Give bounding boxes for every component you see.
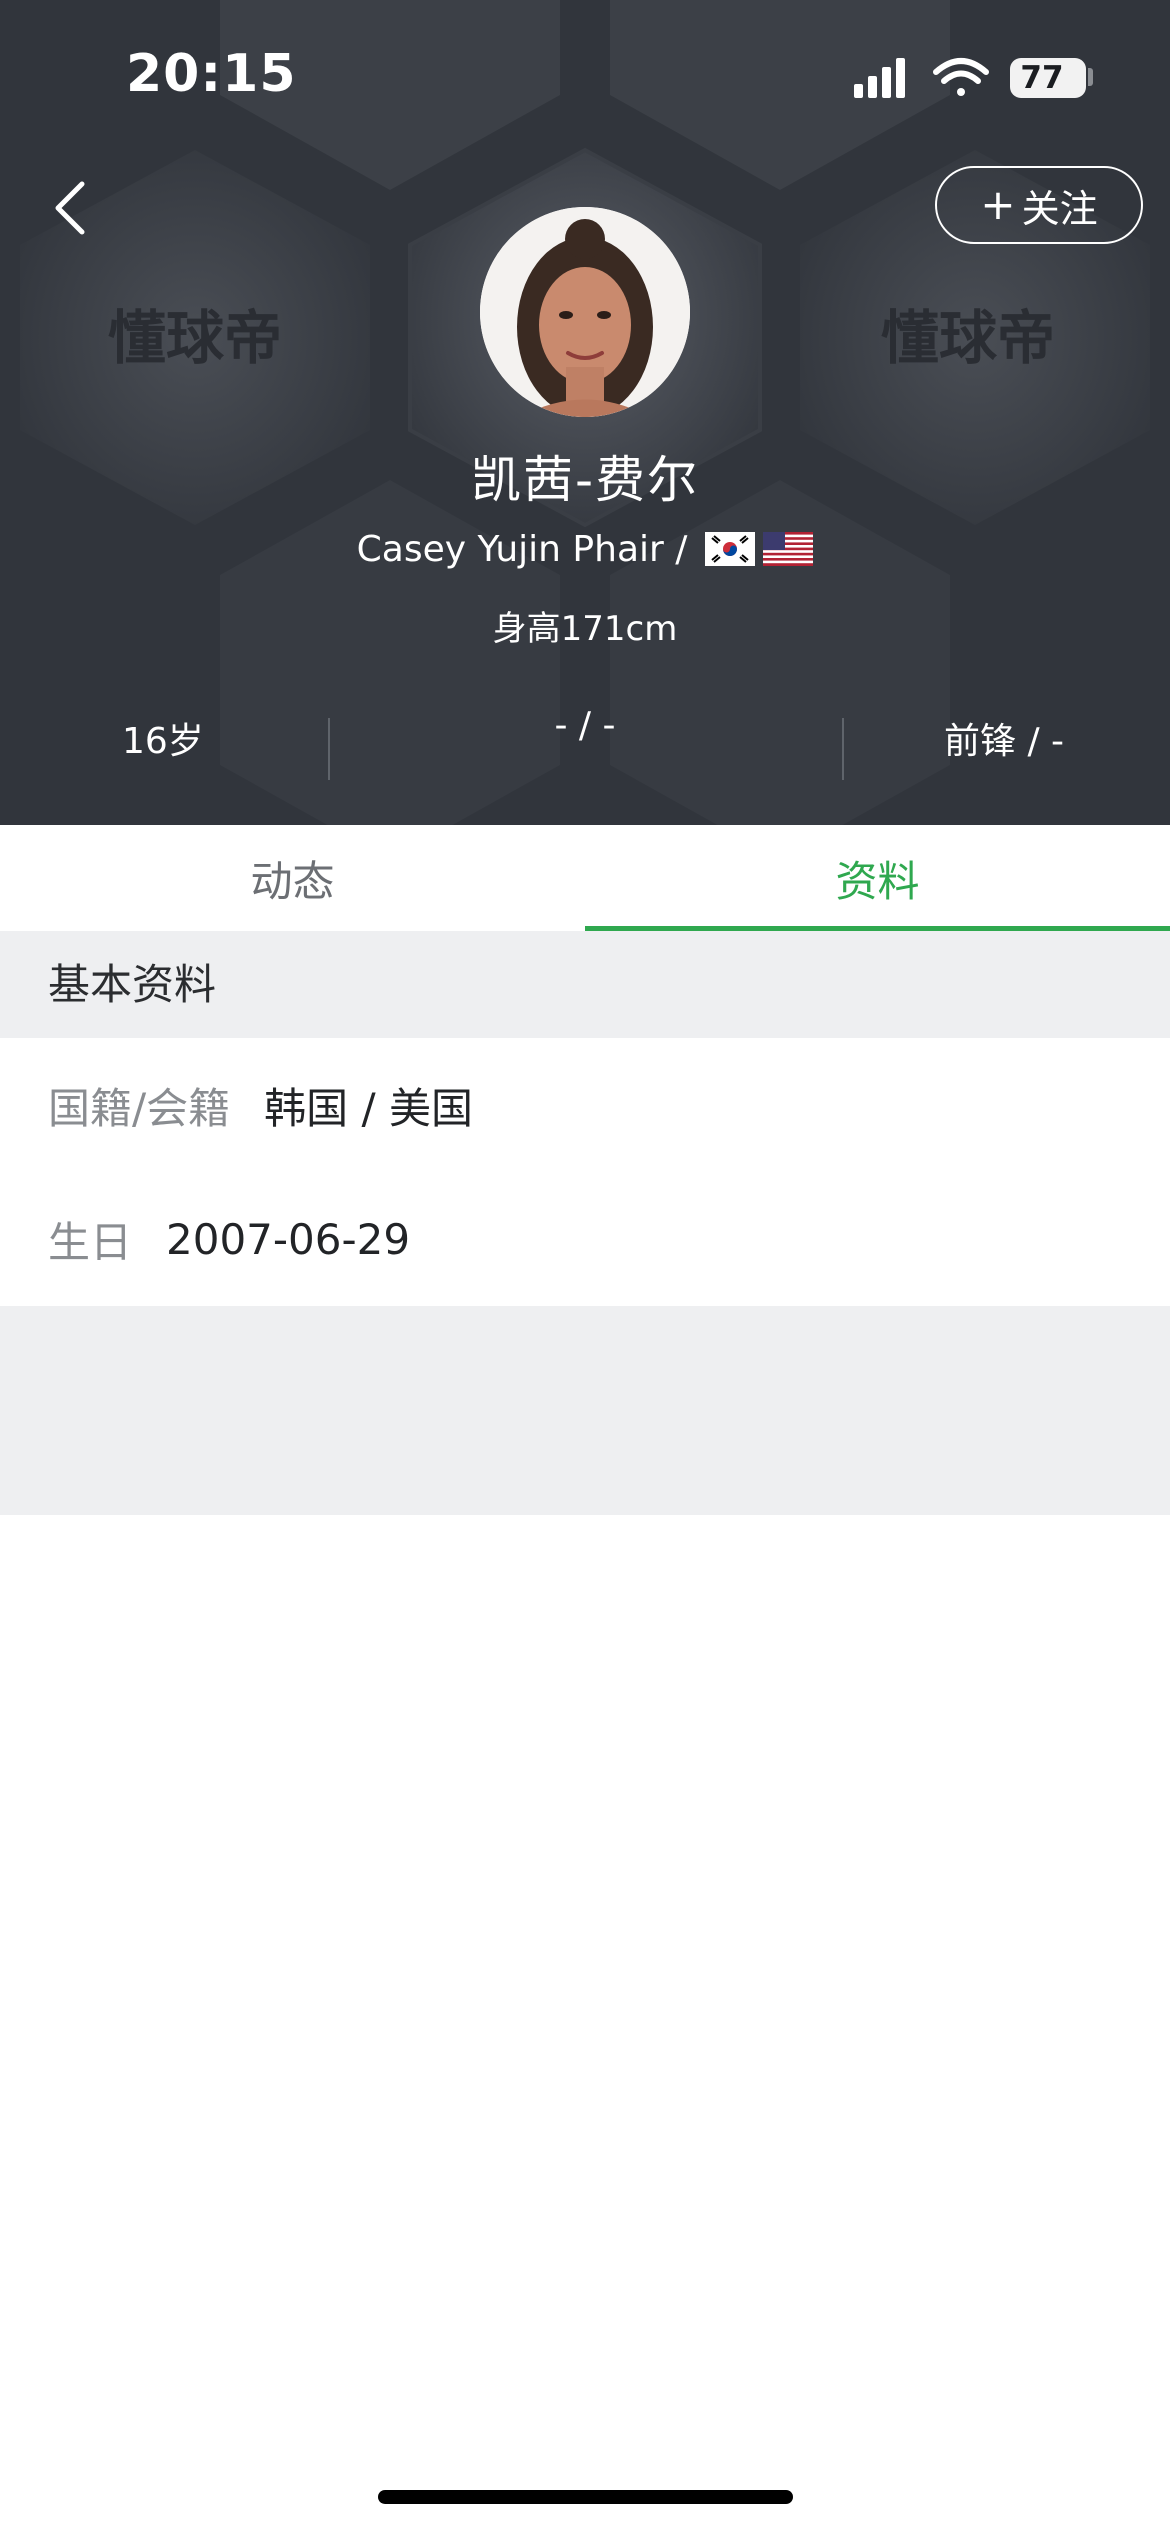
battery-level: 77 [1020,60,1064,96]
watermark-right: 懂球帝 [881,306,1055,371]
watermark-left: 懂球帝 [108,306,282,371]
info-value-nationality: 韩国 / 美国 [264,1083,474,1133]
info-row-nationality: 国籍/会籍 韩国 / 美国 [0,1038,1170,1174]
info-value-birthday: 2007-06-29 [166,1214,411,1264]
info-label-birthday: 生日 [48,1217,133,1267]
tab-profile[interactable]: 资料 [585,825,1170,931]
cellular-signal-icon [854,58,905,98]
follow-button-label: 关注 [1021,186,1098,231]
info-label-nationality: 国籍/会籍 [48,1083,231,1133]
player-position: 前锋 / - [944,721,1065,762]
section-title: 基本资料 [48,960,217,1009]
section-header-basic-info: 基本资料 [0,931,1170,1038]
wifi-icon [933,58,989,96]
profile-header: 懂球帝 懂球帝 20:15 77 + 关注 凯茜-费尔 Casey Yujin … [0,0,1170,825]
chevron-left-icon [55,181,85,235]
tab-activity[interactable]: 动态 [0,825,585,931]
usa-flag-icon [763,532,814,566]
status-time: 20:15 [126,44,297,104]
info-row-birthday: 生日 2007-06-29 [0,1172,1170,1306]
section-spacer [0,1306,1170,1515]
home-indicator[interactable] [378,2490,793,2504]
player-name-english-row: Casey Yujin Phair / [0,523,1170,575]
plus-icon: + [980,180,1016,229]
south-korea-flag-icon [705,532,756,566]
player-name-english: Casey Yujin Phair / [356,528,688,570]
follow-button[interactable]: + 关注 [935,166,1143,244]
status-icons [854,58,989,98]
player-name-chinese: 凯茜-费尔 [470,451,700,509]
back-button[interactable] [46,176,96,240]
player-avatar [480,207,690,417]
profile-tabs: 动态 资料 [0,825,1170,932]
battery-icon: 77 [1010,58,1086,98]
battery-nub [1088,68,1093,86]
stat-divider [842,718,844,780]
player-height: 身高171cm [492,609,678,649]
player-portrait [480,207,690,417]
